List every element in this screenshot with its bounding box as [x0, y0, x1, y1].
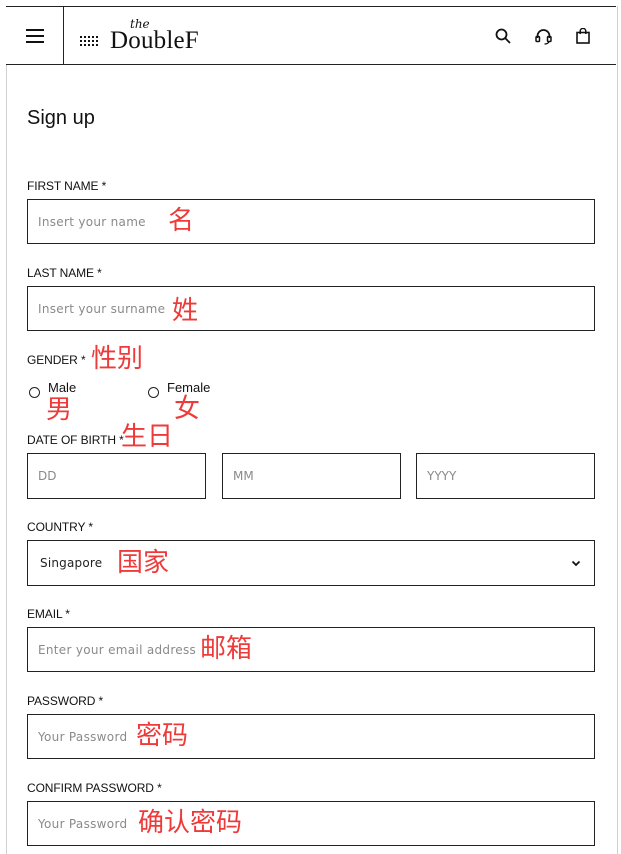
radio-circle-icon: [148, 387, 159, 398]
chevron-down-icon: [571, 560, 581, 567]
last-name-label: LAST NAME *: [27, 266, 102, 280]
first-name-label: FIRST NAME *: [27, 179, 107, 193]
logo-wordmark: DoubleF: [110, 27, 199, 54]
headset-icon: [534, 28, 552, 45]
dob-month-input[interactable]: [222, 453, 401, 499]
annotation-female: 女: [174, 394, 201, 424]
annotation-first-name: 名: [168, 206, 195, 236]
dob-label: DATE OF BIRTH *: [27, 433, 124, 447]
confirm-password-input[interactable]: [27, 801, 595, 846]
annotation-country: 国家: [117, 548, 170, 578]
annotation-male: 男: [46, 395, 73, 425]
menu-button[interactable]: [6, 7, 64, 64]
gender-male-label: Male: [48, 380, 77, 395]
email-label: EMAIL *: [27, 607, 70, 621]
logo-dots-icon: [80, 36, 98, 46]
dob-day-input[interactable]: [27, 453, 206, 499]
annotation-confirm-password: 确认密码: [138, 808, 243, 838]
country-value: Singapore: [40, 556, 103, 570]
password-label: PASSWORD *: [27, 694, 104, 708]
page-title: Sign up: [27, 107, 95, 129]
gender-male-radio[interactable]: Male: [29, 380, 77, 398]
annotation-gender: 性别: [91, 344, 144, 374]
annotation-dob: 生日: [121, 422, 174, 452]
support-button[interactable]: [532, 25, 554, 47]
first-name-input[interactable]: [27, 199, 595, 244]
bag-button[interactable]: [572, 25, 594, 47]
annotation-password: 密码: [136, 721, 189, 751]
annotation-last-name: 姓: [172, 296, 199, 326]
country-label: COUNTRY *: [27, 520, 94, 534]
country-select[interactable]: Singapore: [27, 540, 595, 586]
search-icon: [495, 28, 511, 44]
search-button[interactable]: [492, 25, 514, 47]
radio-circle-icon: [29, 387, 40, 398]
site-header: the DoubleF: [6, 6, 616, 65]
last-name-input[interactable]: [27, 286, 595, 331]
bag-icon: [576, 28, 590, 44]
email-input[interactable]: [27, 627, 595, 672]
dob-year-input[interactable]: [416, 453, 595, 499]
gender-female-radio[interactable]: Female: [148, 380, 211, 398]
menu-icon: [25, 28, 44, 43]
confirm-password-label: CONFIRM PASSWORD *: [27, 781, 162, 795]
gender-label: GENDER *: [27, 353, 86, 367]
annotation-email: 邮箱: [200, 634, 253, 664]
gender-female-label: Female: [167, 380, 211, 395]
password-input[interactable]: [27, 714, 595, 759]
